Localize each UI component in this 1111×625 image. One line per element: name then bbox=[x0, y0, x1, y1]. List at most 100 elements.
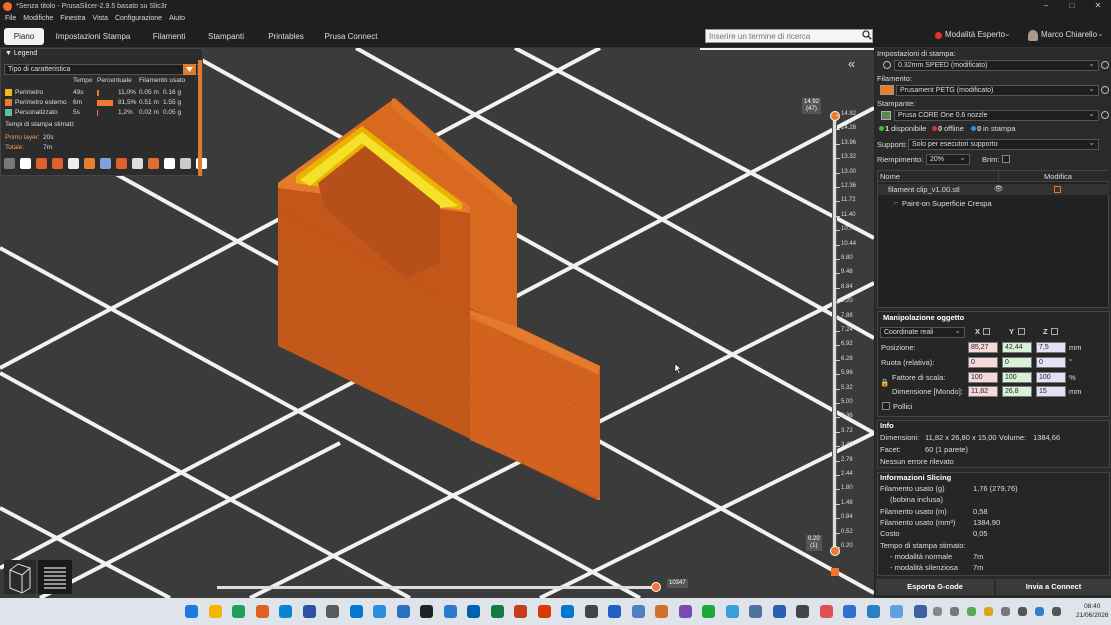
taskbar-app-icon[interactable] bbox=[514, 605, 527, 618]
color-changes-icon[interactable] bbox=[100, 158, 111, 169]
menu-aiuto[interactable]: Aiuto bbox=[169, 15, 185, 22]
taskbar-app-icon[interactable] bbox=[584, 605, 598, 618]
object-edit-icon[interactable] bbox=[1054, 186, 1061, 193]
axis-z-icon[interactable] bbox=[1051, 328, 1058, 335]
center-of-gravity-icon[interactable] bbox=[148, 158, 159, 169]
tab-piano[interactable]: Piano bbox=[4, 28, 44, 45]
taskbar-app-icon[interactable] bbox=[467, 605, 480, 618]
legend-scrollbar[interactable] bbox=[198, 60, 202, 176]
taskbar-app-icon[interactable] bbox=[913, 605, 927, 618]
tab-stampanti[interactable]: Stampanti bbox=[204, 28, 248, 45]
taskbar-app-icon[interactable] bbox=[843, 605, 856, 618]
tool-marker-icon[interactable] bbox=[180, 158, 191, 169]
taskbar-app-icon[interactable] bbox=[772, 605, 786, 618]
scale-y-input[interactable]: 100 bbox=[1002, 372, 1032, 383]
scale-z-input[interactable]: 100 bbox=[1036, 372, 1066, 383]
layer-slider[interactable] bbox=[832, 115, 837, 551]
taskbar-app-icon[interactable] bbox=[302, 605, 316, 618]
user-name[interactable]: Marco Chiarello bbox=[1041, 30, 1097, 39]
gcode-move-thumb[interactable] bbox=[651, 582, 661, 592]
feature-type-dropdown-icon[interactable] bbox=[183, 64, 196, 75]
taskbar-app-icon[interactable] bbox=[561, 605, 574, 618]
tab-printables[interactable]: Printables bbox=[264, 28, 308, 45]
taskbar-app-icon[interactable] bbox=[232, 605, 245, 618]
tray-icon[interactable] bbox=[1018, 607, 1027, 616]
layers-view-button[interactable] bbox=[38, 560, 72, 594]
tray-icon[interactable] bbox=[984, 607, 993, 616]
taskbar-app-icon[interactable] bbox=[185, 605, 198, 618]
taskbar-app-icon[interactable] bbox=[537, 605, 551, 618]
rotation-y-input[interactable]: 0 bbox=[1002, 357, 1032, 368]
filament-select[interactable]: Prusament PETG (modificato) bbox=[896, 85, 1099, 96]
brim-checkbox[interactable] bbox=[1002, 155, 1010, 163]
layer-slider-top-thumb[interactable] bbox=[830, 111, 840, 121]
menu-configurazione[interactable]: Configurazione bbox=[115, 15, 162, 22]
taskbar-app-icon[interactable] bbox=[373, 605, 386, 618]
minimize-button[interactable]: – bbox=[1033, 0, 1059, 12]
taskbar-app-icon[interactable] bbox=[396, 605, 410, 618]
taskbar-app-icon[interactable] bbox=[702, 605, 715, 618]
tab-filamenti[interactable]: Filamenti bbox=[146, 28, 192, 45]
taskbar-app-icon[interactable] bbox=[255, 605, 269, 618]
wipe-icon[interactable] bbox=[20, 158, 31, 169]
position-y-input[interactable]: 42,44 bbox=[1002, 342, 1032, 353]
position-x-input[interactable]: 85,27 bbox=[968, 342, 998, 353]
taskbar-app-icon[interactable] bbox=[349, 605, 363, 618]
taskbar-app-icon[interactable] bbox=[443, 605, 457, 618]
search-icon[interactable] bbox=[862, 30, 872, 40]
collapse-sidebar-icon[interactable]: « bbox=[848, 56, 855, 71]
close-button[interactable]: ✕ bbox=[1085, 0, 1111, 12]
taskbar-app-icon[interactable] bbox=[678, 605, 692, 618]
tray-icon[interactable] bbox=[1052, 607, 1061, 616]
tool-changes-icon[interactable] bbox=[84, 158, 95, 169]
deretractions-icon[interactable] bbox=[52, 158, 63, 169]
system-clock[interactable]: 08:40 21/06/2026 bbox=[1076, 602, 1109, 620]
tab-prusa-connect[interactable]: Prusa Connect bbox=[322, 28, 380, 45]
taskbar-app-icon[interactable] bbox=[749, 605, 762, 618]
infill-select[interactable]: 20% bbox=[926, 154, 970, 165]
supports-select[interactable]: Solo per esecutori supporto bbox=[908, 139, 1099, 150]
object-file-name[interactable]: filament clip_v1.00.stl bbox=[888, 185, 960, 194]
axis-y-icon[interactable] bbox=[1018, 328, 1025, 335]
tray-icon[interactable] bbox=[1035, 607, 1044, 616]
send-to-connect-button[interactable]: Invia a Connect bbox=[996, 579, 1111, 595]
feature-type-select[interactable]: Tipo di caratteristica bbox=[4, 64, 198, 75]
print-settings-edit-icon[interactable] bbox=[883, 61, 891, 69]
taskbar-app-icon[interactable] bbox=[725, 605, 739, 618]
menu-modifiche[interactable]: Modifiche bbox=[23, 15, 53, 22]
tray-icon[interactable] bbox=[950, 607, 959, 616]
print-settings-gear-icon[interactable] bbox=[1101, 61, 1109, 69]
gcode-move-slider[interactable] bbox=[217, 586, 657, 589]
shells-icon[interactable] bbox=[164, 158, 175, 169]
menu-vista[interactable]: Vista bbox=[93, 15, 108, 22]
slider-settings-icon[interactable] bbox=[831, 568, 839, 576]
taskbar-app-icon[interactable] bbox=[279, 605, 292, 618]
printer-select[interactable]: Prusa CORE One 0.6 nozzle bbox=[894, 110, 1099, 121]
taskbar-app-icon[interactable] bbox=[326, 605, 339, 618]
visibility-eye-icon[interactable]: 👁 bbox=[994, 184, 1004, 193]
taskbar-app-icon[interactable] bbox=[208, 605, 222, 618]
coordinate-system-select[interactable]: Coordinate reali bbox=[880, 327, 965, 338]
seams-icon[interactable] bbox=[68, 158, 79, 169]
custom-gcode-icon[interactable] bbox=[132, 158, 143, 169]
dimension-x-input[interactable]: 11,82 bbox=[968, 386, 998, 397]
export-gcode-button[interactable]: Esporta G-code bbox=[876, 579, 994, 595]
tray-icon[interactable] bbox=[1001, 607, 1010, 616]
taskbar-app-icon[interactable] bbox=[890, 605, 903, 618]
taskbar-app-icon[interactable] bbox=[866, 605, 880, 618]
axis-x-icon[interactable] bbox=[983, 328, 990, 335]
taskbar-app-icon[interactable] bbox=[819, 605, 833, 618]
rotation-x-input[interactable]: 0 bbox=[968, 357, 998, 368]
menu-file[interactable]: File bbox=[5, 15, 16, 22]
taskbar-app-icon[interactable] bbox=[796, 605, 809, 618]
travel-icon[interactable] bbox=[4, 158, 15, 169]
object-child-modifier[interactable]: Paint-on Superficie Crespa bbox=[902, 199, 992, 208]
retractions-icon[interactable] bbox=[36, 158, 47, 169]
print-settings-select[interactable]: 0.32mm SPEED (modificato) bbox=[894, 60, 1099, 71]
menu-finestra[interactable]: Finestra bbox=[60, 15, 85, 22]
search-input[interactable] bbox=[705, 29, 873, 43]
avatar[interactable] bbox=[1028, 30, 1038, 41]
dimension-z-input[interactable]: 15 bbox=[1036, 386, 1066, 397]
taskbar-app-icon[interactable] bbox=[420, 605, 433, 618]
dimension-y-input[interactable]: 26,8 bbox=[1002, 386, 1032, 397]
